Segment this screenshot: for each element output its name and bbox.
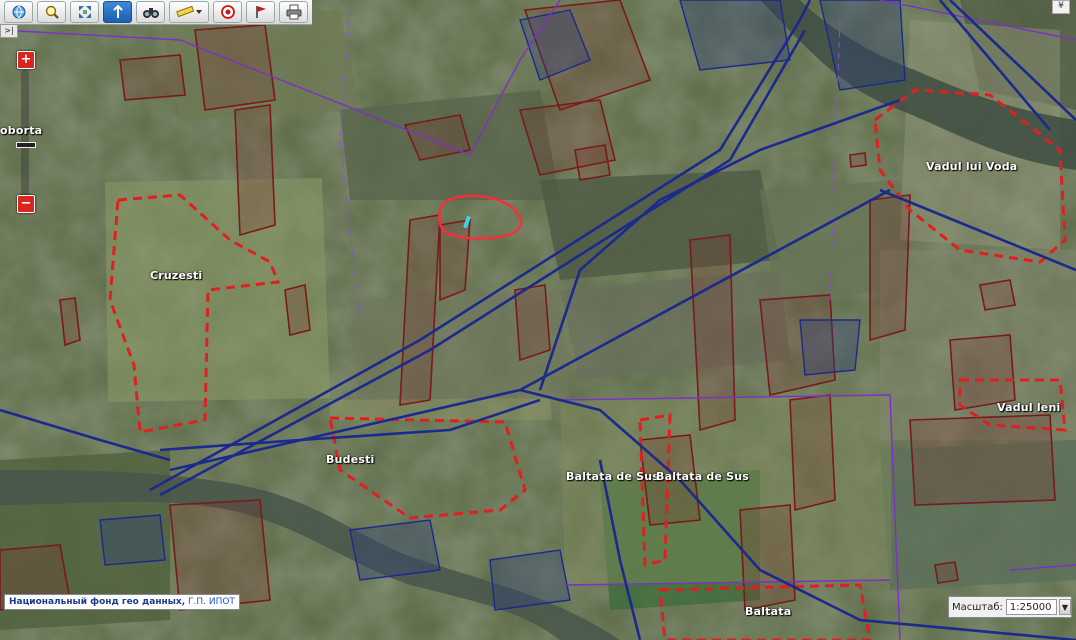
sidebar-toggle-button[interactable]: >| <box>0 24 18 38</box>
printer-icon[interactable] <box>279 1 308 23</box>
attribution-text: Национальный фонд гео данных, <box>9 597 186 607</box>
binoculars-icon[interactable] <box>136 1 165 23</box>
label-budesti: Budesti <box>326 453 375 466</box>
scale-label: Масштаб: <box>952 601 1003 613</box>
target-icon[interactable] <box>213 1 242 23</box>
label-vadul-lui-voda: Vadul lui Voda <box>926 160 1018 173</box>
pointer-icon[interactable] <box>103 1 132 23</box>
zoom-slider-thumb[interactable] <box>16 142 36 148</box>
satellite-map[interactable] <box>0 0 1076 640</box>
label-boroberta: oborta <box>0 124 43 137</box>
zoom-in-button[interactable]: + <box>17 51 35 69</box>
label-vadul-leni: Vadul leni <box>997 401 1061 414</box>
label-baltata: Baltata <box>745 605 792 618</box>
magnifier-icon[interactable] <box>37 1 66 23</box>
label-baltata-de-sus-2: Baltata de Sus <box>656 470 750 483</box>
arrows-icon[interactable] <box>70 1 99 23</box>
label-cruzesti: Cruzesti <box>150 269 203 282</box>
map-toolbar <box>0 0 312 25</box>
scale-dropdown[interactable]: 1:25000 <box>1005 599 1057 615</box>
chevron-down-icon[interactable]: ▼ <box>1058 599 1071 615</box>
zoom-out-button[interactable]: − <box>17 195 35 213</box>
map-attribution: Национальный фонд гео данных, Г.П. ИПОТ <box>4 594 240 610</box>
attribution-link[interactable]: Г.П. ИПОТ <box>185 597 235 607</box>
label-baltata-de-sus: Baltata de Sus <box>566 470 660 483</box>
flag-icon[interactable] <box>246 1 275 23</box>
collapse-panel-button[interactable]: ¥ <box>1052 0 1070 14</box>
ruler-icon[interactable] <box>169 1 209 23</box>
home-globe-icon[interactable] <box>4 1 33 23</box>
scale-selector: Масштаб: 1:25000 ▼ <box>948 596 1072 618</box>
